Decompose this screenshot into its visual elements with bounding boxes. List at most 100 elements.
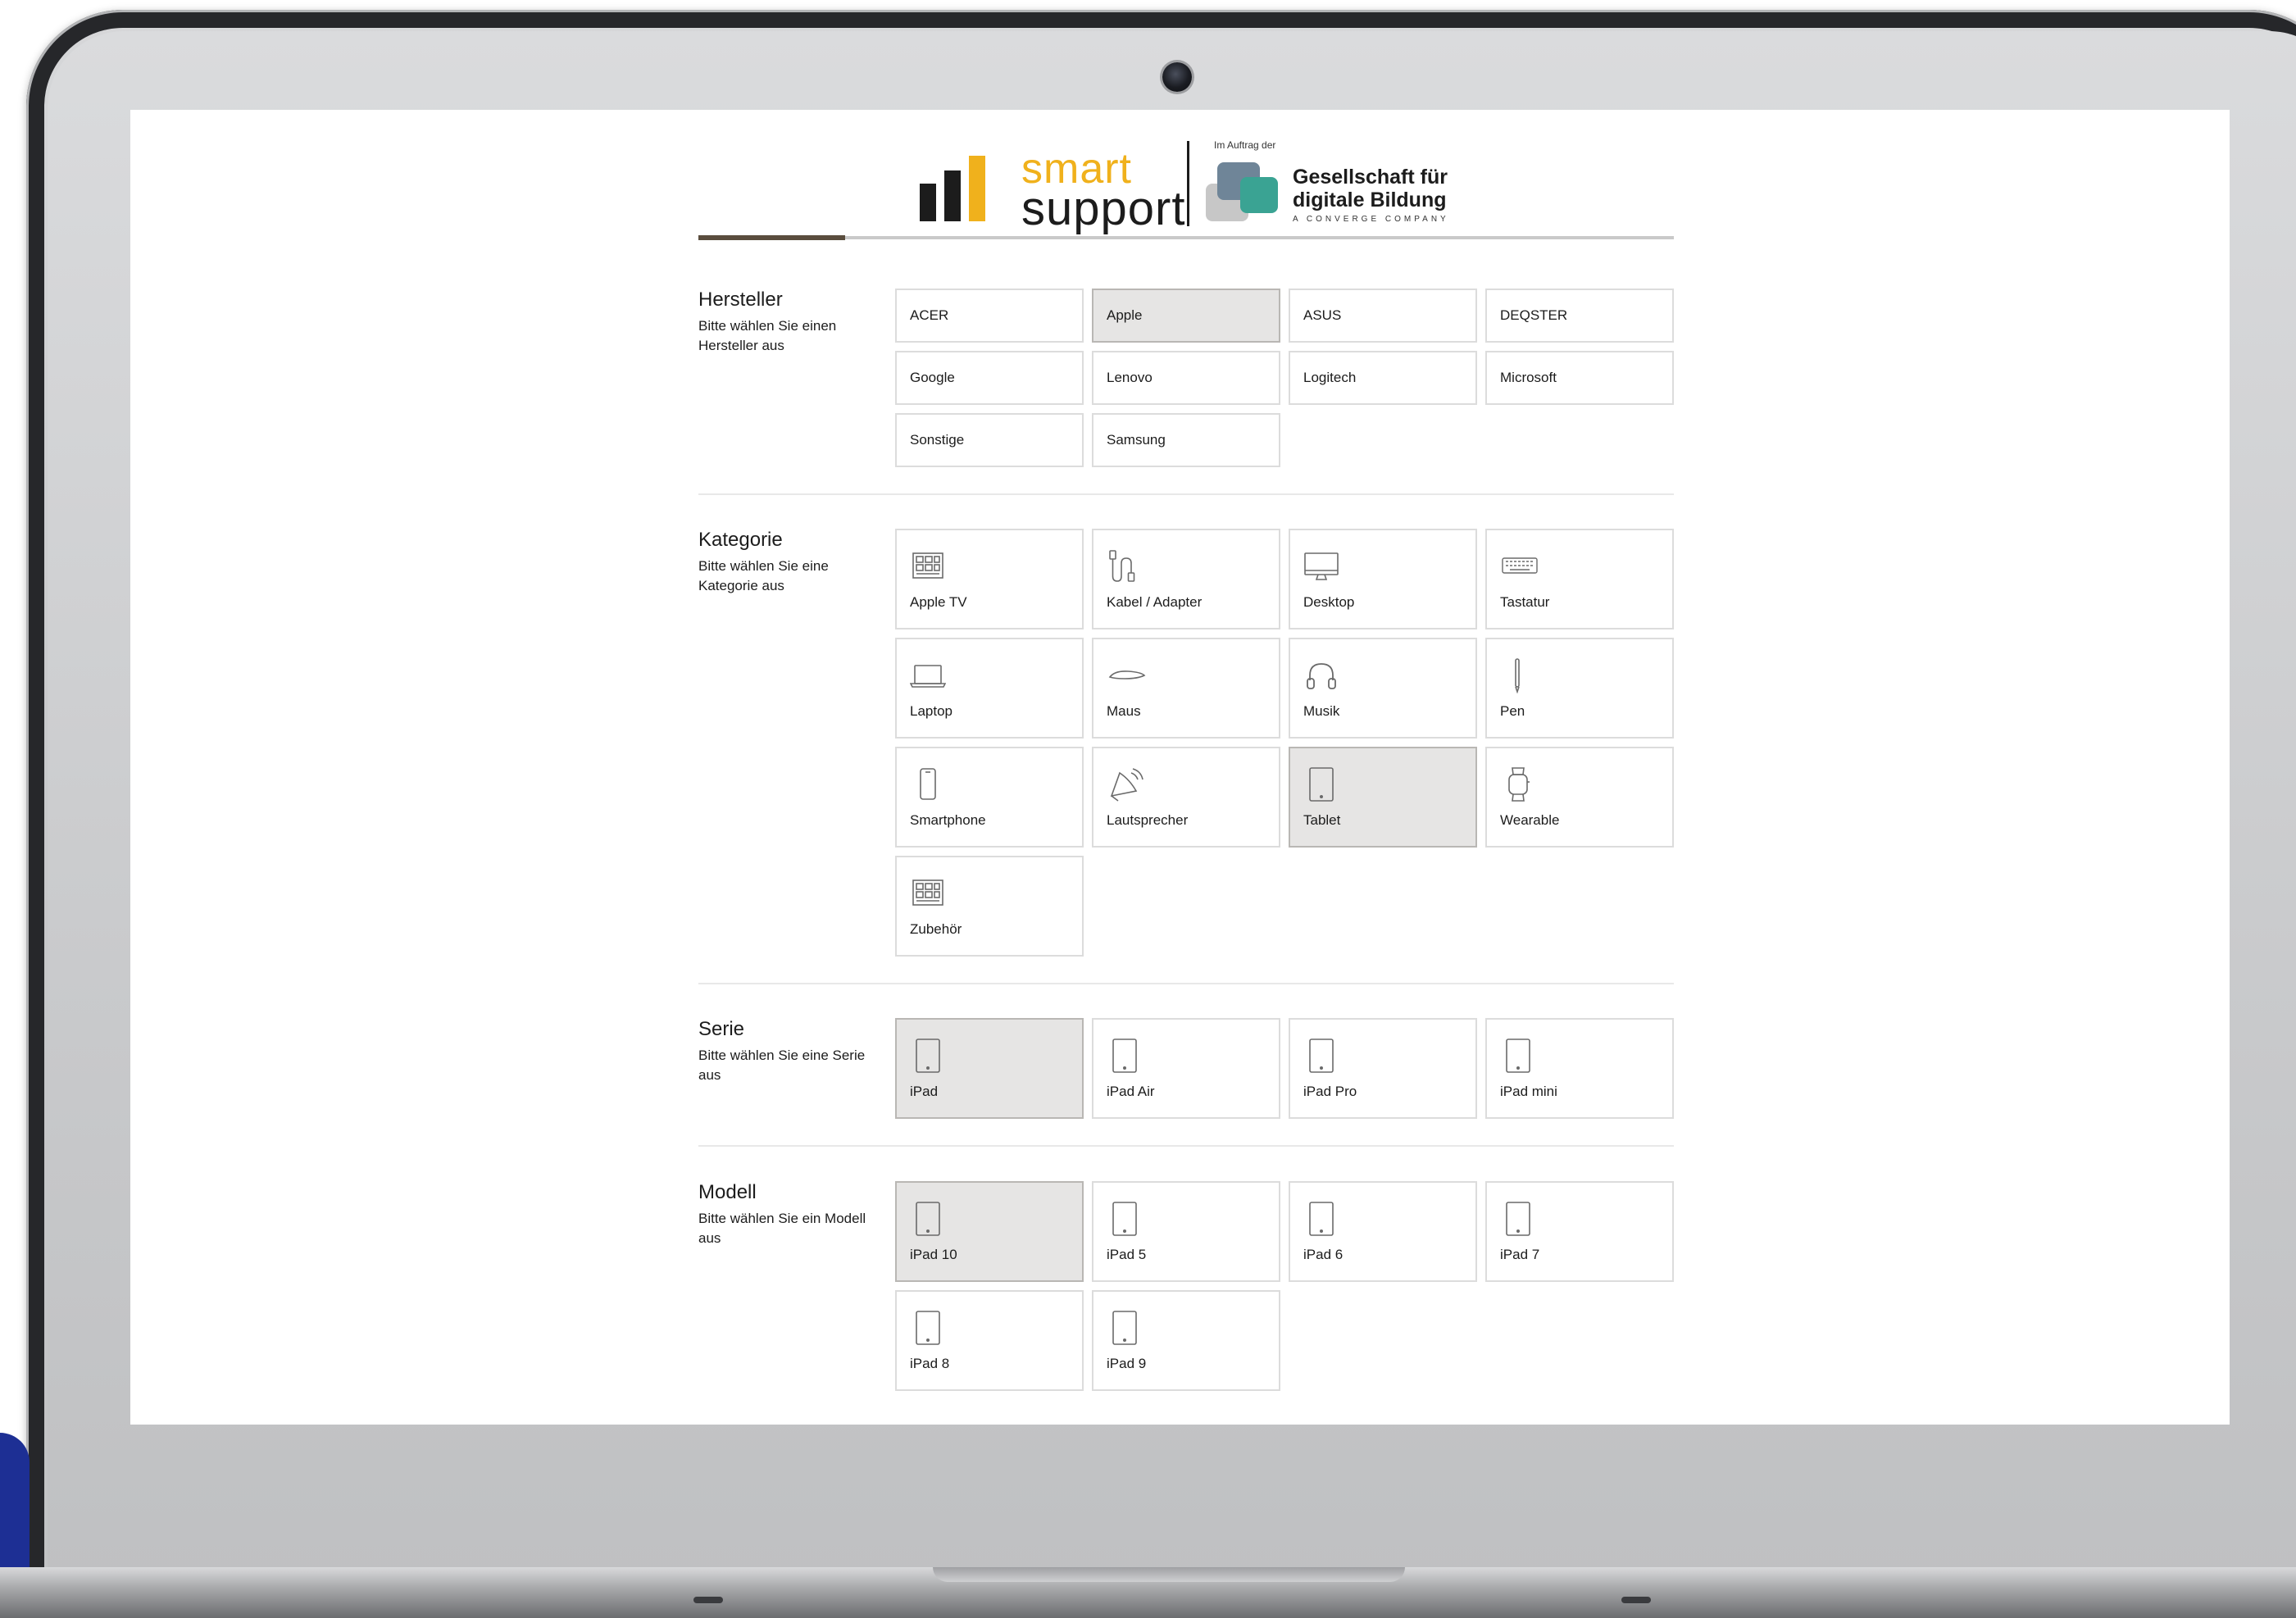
partner-tagline: A CONVERGE COMPANY	[1293, 215, 1449, 224]
section-modell: Modell Bitte wählen Sie ein Modell aus i…	[698, 1181, 1674, 1394]
section-hersteller: Hersteller Bitte wählen Sie einen Herste…	[698, 289, 1674, 469]
option-lenovo[interactable]: Lenovo	[1092, 351, 1280, 405]
option-ipad-9[interactable]: iPad 9	[1092, 1290, 1280, 1391]
option-label: Apple	[1107, 307, 1143, 323]
option-logitech[interactable]: Logitech	[1289, 351, 1477, 405]
background-accent	[0, 1433, 30, 1569]
option-label: Wearable	[1500, 812, 1560, 828]
option-ipad-8[interactable]: iPad 8	[895, 1290, 1084, 1391]
option-label: iPad 10	[910, 1247, 957, 1262]
option-wearable[interactable]: Wearable	[1485, 747, 1674, 848]
option-label: iPad 6	[1303, 1247, 1344, 1262]
laptop-hinge-notch	[933, 1567, 1405, 1582]
option-label: iPad Pro	[1303, 1084, 1357, 1099]
option-label: Lenovo	[1107, 370, 1153, 385]
option-label: Microsoft	[1500, 370, 1557, 385]
option-acer[interactable]: ACER	[895, 289, 1084, 343]
option-ipad-pro[interactable]: iPad Pro	[1289, 1018, 1477, 1119]
laptop-foot	[1621, 1597, 1651, 1603]
option-ipad-10[interactable]: iPad 10	[895, 1181, 1084, 1282]
option-label: Apple TV	[910, 594, 967, 610]
option-laptop[interactable]: Laptop	[895, 638, 1084, 739]
section-divider	[698, 1145, 1674, 1147]
section-title: Hersteller	[698, 289, 783, 311]
option-google[interactable]: Google	[895, 351, 1084, 405]
option-label: Samsung	[1107, 432, 1166, 448]
option-ipad[interactable]: iPad	[895, 1018, 1084, 1119]
option-label: ACER	[910, 307, 949, 323]
option-tablet[interactable]: Tablet	[1289, 747, 1477, 848]
option-label: DEQSTER	[1500, 307, 1568, 323]
laptop-icon	[909, 657, 947, 693]
partner-name-line2: digitale Bildung	[1293, 189, 1447, 211]
option-ipad-mini[interactable]: iPad mini	[1485, 1018, 1674, 1119]
mouse-icon	[1107, 657, 1146, 693]
option-desktop[interactable]: Desktop	[1289, 529, 1477, 629]
section-description: Bitte wählen Sie eine Serie aus	[698, 1048, 866, 1083]
section-divider	[698, 493, 1674, 495]
monitor-icon	[1303, 548, 1339, 584]
option-label: Kabel / Adapter	[1107, 594, 1203, 610]
option-musik[interactable]: Musik	[1289, 638, 1477, 739]
option-microsoft[interactable]: Microsoft	[1485, 351, 1674, 405]
speaker-icon	[1107, 766, 1143, 802]
laptop-foot	[693, 1597, 723, 1603]
grid-placeholder-icon	[910, 875, 946, 911]
option-ipad-air[interactable]: iPad Air	[1092, 1018, 1280, 1119]
pen-icon	[1500, 657, 1536, 694]
gfdb-logo: Im Auftrag der Gesellschaft für digitale…	[1206, 139, 1484, 230]
option-label: Maus	[1107, 703, 1141, 719]
option-label: Smartphone	[910, 812, 986, 828]
option-ipad-5[interactable]: iPad 5	[1092, 1181, 1280, 1282]
smartphone-icon	[910, 766, 946, 802]
option-maus[interactable]: Maus	[1092, 638, 1280, 739]
option-samsung[interactable]: Samsung	[1092, 413, 1280, 467]
tablet-icon	[1303, 1038, 1339, 1074]
option-label: Desktop	[1303, 594, 1355, 610]
tablet-icon	[1303, 1201, 1339, 1237]
section-title: Kategorie	[698, 529, 783, 551]
option-label: Tastatur	[1500, 594, 1550, 610]
option-smartphone[interactable]: Smartphone	[895, 747, 1084, 848]
section-description: Bitte wählen Sie eine Kategorie aus	[698, 558, 829, 593]
option-label: Lautsprecher	[1107, 812, 1189, 828]
option-lautsprecher[interactable]: Lautsprecher	[1092, 747, 1280, 848]
tablet-icon	[910, 1310, 946, 1346]
tablet-icon	[910, 1201, 946, 1237]
option-label: iPad Air	[1107, 1084, 1155, 1099]
partner-name-line1: Gesellschaft für	[1293, 166, 1448, 189]
option-sonstige[interactable]: Sonstige	[895, 413, 1084, 467]
option-ipad-6[interactable]: iPad 6	[1289, 1181, 1477, 1282]
tablet-icon	[1107, 1310, 1143, 1346]
option-tastatur[interactable]: Tastatur	[1485, 529, 1674, 629]
webcam-icon	[1162, 62, 1192, 92]
option-label: ASUS	[1303, 307, 1342, 323]
tablet-icon	[1303, 766, 1339, 802]
logo-bar	[920, 184, 936, 221]
keyboard-icon	[1500, 548, 1538, 584]
tablet-icon	[1500, 1201, 1536, 1237]
option-ipad-7[interactable]: iPad 7	[1485, 1181, 1674, 1282]
section-divider	[698, 983, 1674, 984]
smart-support-logo: smart support	[920, 144, 1184, 234]
section-serie: Serie Bitte wählen Sie eine Serie aus iP…	[698, 1018, 1674, 1120]
option-label: Musik	[1303, 703, 1340, 719]
option-label: Pen	[1500, 703, 1525, 719]
option-zubehoer[interactable]: Zubehör	[895, 856, 1084, 957]
app-screen: smart support Im Auftrag der Gesellschaf…	[130, 110, 2230, 1425]
option-label: Logitech	[1303, 370, 1357, 385]
section-description: Bitte wählen Sie einen Hersteller aus	[698, 318, 837, 353]
option-asus[interactable]: ASUS	[1289, 289, 1477, 343]
gfdb-speech-bubbles-icon	[1206, 162, 1278, 221]
option-kabel-adapter[interactable]: Kabel / Adapter	[1092, 529, 1280, 629]
option-apple-tv[interactable]: Apple TV	[895, 529, 1084, 629]
option-label: iPad 7	[1500, 1247, 1540, 1262]
option-pen[interactable]: Pen	[1485, 638, 1674, 739]
cable-icon	[1107, 548, 1143, 584]
grid-placeholder-icon	[910, 548, 946, 584]
option-deqster[interactable]: DEQSTER	[1485, 289, 1674, 343]
option-label: Zubehör	[910, 921, 962, 937]
option-apple[interactable]: Apple	[1092, 289, 1280, 343]
option-label: Tablet	[1303, 812, 1341, 828]
section-kategorie: Kategorie Bitte wählen Sie eine Kategori…	[698, 529, 1674, 963]
